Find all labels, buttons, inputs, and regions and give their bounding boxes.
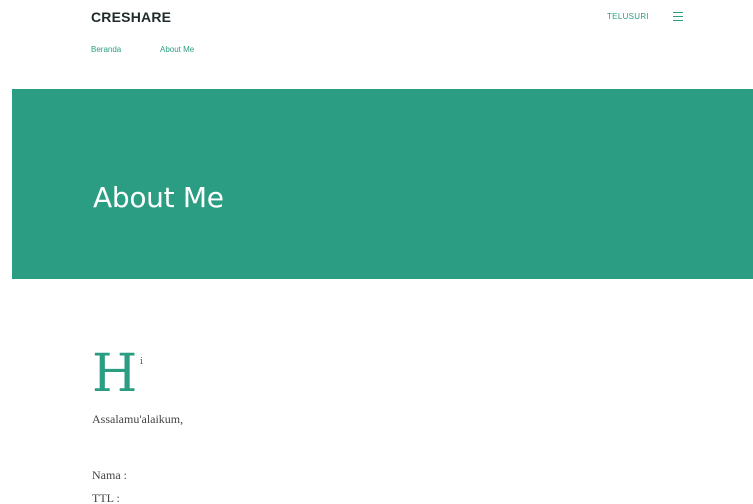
hero-banner: About Me [12,89,753,279]
page: CRESHARE TELUSURI Beranda About Me About… [0,0,753,504]
site-title-link[interactable]: CRESHARE [91,9,171,25]
hamburger-menu-icon[interactable] [673,12,683,21]
greeting-text: Assalamu'alaikum, [92,412,184,426]
page-title: About Me [93,181,224,214]
ttl-line: TTL : [92,491,120,504]
drop-cap-letter: H [92,344,138,404]
drop-cap-remainder: i [140,357,143,367]
menu-bar-icon [673,20,683,21]
name-line: Nama : [92,468,127,482]
nav-item-beranda[interactable]: Beranda [91,45,121,54]
nav-item-about-me[interactable]: About Me [160,45,194,54]
menu-bar-icon [673,12,683,13]
menu-bar-icon [673,16,683,17]
search-link[interactable]: TELUSURI [607,12,649,21]
